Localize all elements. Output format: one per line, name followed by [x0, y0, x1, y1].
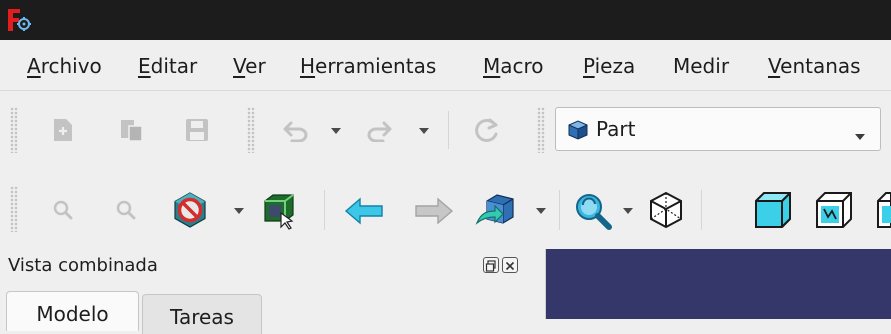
fit-all-zoom-icon[interactable]	[573, 191, 613, 231]
menu-editar[interactable]: Editar	[138, 54, 197, 78]
new-document-icon[interactable]	[52, 118, 74, 142]
zoom-icon[interactable]	[53, 200, 73, 220]
menu-label: Medir	[673, 54, 730, 78]
back-arrow-icon[interactable]	[344, 197, 384, 225]
forward-arrow-icon[interactable]	[414, 197, 454, 225]
save-icon[interactable]	[185, 118, 209, 142]
chevron-down-icon	[854, 126, 866, 145]
menu-mnemonic: E	[138, 54, 151, 78]
menu-ventanas[interactable]: Ventanas	[768, 54, 861, 78]
menu-ver[interactable]: Ver	[233, 54, 266, 78]
toolbar-grip[interactable]	[10, 107, 18, 153]
redo-icon[interactable]	[366, 120, 392, 142]
top-view-icon[interactable]	[815, 191, 853, 229]
menu-label: entanas	[780, 54, 861, 78]
menu-medir[interactable]: Medir	[673, 54, 729, 78]
tab-label: Modelo	[36, 302, 109, 326]
title-bar	[0, 0, 891, 40]
undo-icon[interactable]	[283, 120, 309, 142]
menu-mnemonic: A	[27, 54, 41, 78]
float-panel-icon[interactable]	[483, 257, 499, 273]
menu-mnemonic: V	[768, 54, 781, 78]
tab-tareas[interactable]: Tareas	[142, 294, 262, 334]
isometric-view-icon[interactable]	[647, 191, 685, 229]
menu-herramientas[interactable]: Herramientas	[300, 54, 436, 78]
menu-bar: Archivo Editar Ver Herramientas Macro Pi…	[0, 40, 891, 91]
std-views-icon[interactable]	[475, 193, 515, 229]
part-cube-icon	[567, 120, 589, 144]
top-view-icon[interactable]	[876, 191, 891, 229]
toolbar-separator	[324, 190, 325, 230]
tab-modelo[interactable]: Modelo	[6, 291, 139, 331]
draw-style-dropdown-icon[interactable]	[233, 207, 245, 215]
toolbar-grip[interactable]	[537, 107, 545, 153]
menu-archivo[interactable]: Archivo	[27, 54, 102, 78]
menu-label: ieza	[594, 54, 636, 78]
toolbar-grip[interactable]	[10, 186, 18, 232]
panel-title: Vista combinada	[8, 255, 158, 276]
zoom-icon[interactable]	[116, 200, 136, 220]
menu-label: er	[245, 54, 266, 78]
toolbar-separator	[701, 190, 702, 230]
workbench-label: Part	[596, 117, 636, 141]
front-view-icon[interactable]	[754, 191, 792, 229]
toolbar-separator	[448, 111, 449, 149]
freecad-logo-icon[interactable]	[6, 7, 32, 33]
refresh-icon[interactable]	[474, 117, 500, 143]
view-toolbar	[0, 169, 891, 249]
toolbar-separator	[559, 190, 560, 230]
menu-mnemonic: M	[483, 54, 501, 78]
menu-pieza[interactable]: Pieza	[583, 54, 635, 78]
open-document-icon[interactable]	[120, 118, 144, 142]
menu-label: ditar	[150, 54, 198, 78]
menu-label: rchivo	[40, 54, 102, 78]
toolbar-grip[interactable]	[247, 107, 255, 153]
menu-label: erramientas	[315, 54, 437, 78]
3d-viewport[interactable]	[546, 249, 891, 319]
menu-mnemonic: H	[300, 54, 316, 78]
menu-label: acro	[500, 54, 544, 78]
workbench-selector[interactable]: Part	[555, 107, 881, 151]
zoom-dropdown-icon[interactable]	[622, 207, 634, 215]
bounding-box-icon[interactable]	[259, 191, 299, 231]
combo-view-panel: Vista combinada Modelo Tareas	[0, 249, 546, 334]
menu-macro[interactable]: Macro	[483, 54, 544, 78]
close-icon[interactable]	[502, 257, 518, 273]
menu-mnemonic: V	[233, 54, 246, 78]
redo-dropdown-icon[interactable]	[418, 127, 430, 135]
undo-dropdown-icon[interactable]	[330, 127, 342, 135]
draw-style-icon[interactable]	[171, 191, 209, 229]
std-views-dropdown-icon[interactable]	[535, 207, 547, 215]
menu-mnemonic: P	[583, 54, 595, 78]
tab-label: Tareas	[170, 305, 234, 329]
